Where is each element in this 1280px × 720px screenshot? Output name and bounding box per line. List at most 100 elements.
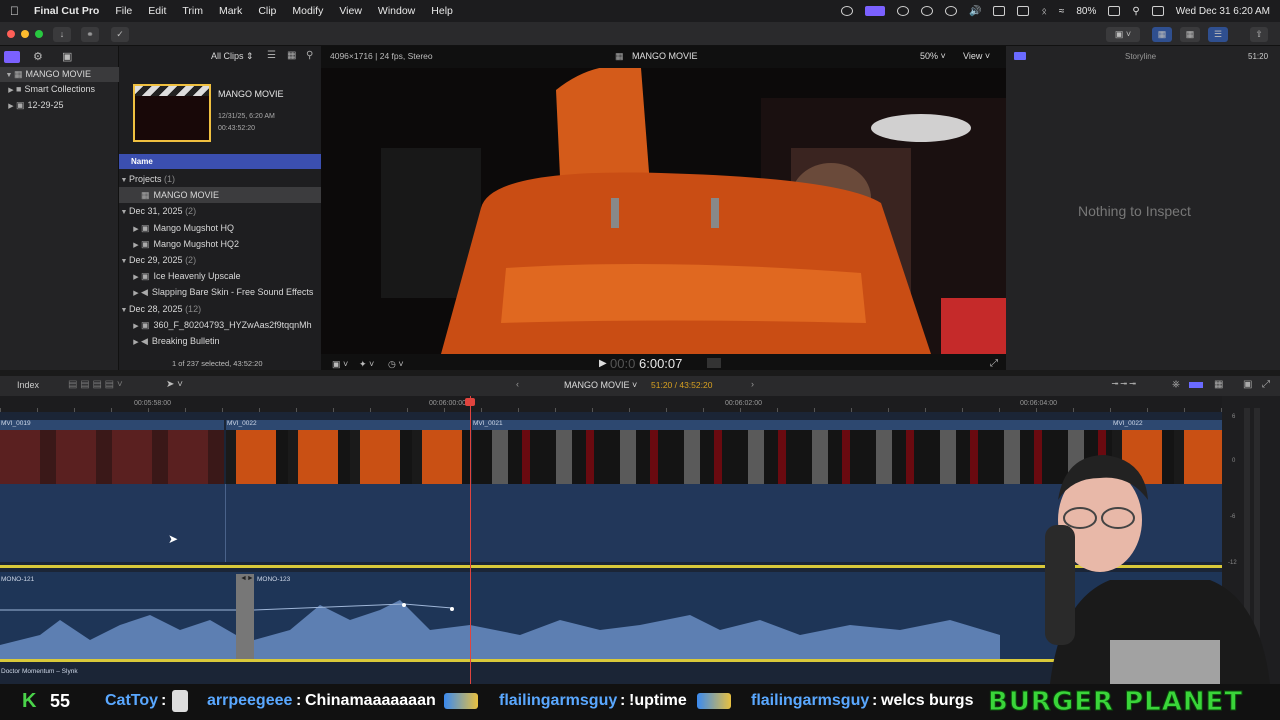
- photos-tab-icon[interactable]: ⚙: [33, 50, 43, 63]
- inspector-toggle-small-icon[interactable]: ▣: [1243, 379, 1252, 390]
- menu-file[interactable]: File: [115, 5, 132, 17]
- disclosure-down-icon[interactable]: ▼: [119, 303, 129, 317]
- list-item[interactable]: ▶ ◀ Slapping Bare Skin - Free Sound Effect…: [119, 284, 321, 300]
- forward-arrow-icon[interactable]: ›: [751, 379, 754, 389]
- disclosure-down-icon[interactable]: ▼: [119, 254, 129, 268]
- inspector-toggle-icon[interactable]: ☰: [1208, 27, 1228, 42]
- sidebar-item-smart-collections[interactable]: ▶ ■ Smart Collections: [0, 82, 119, 97]
- display-icon[interactable]: [993, 6, 1006, 16]
- background-tasks-icon[interactable]: ✓: [111, 27, 129, 42]
- keywords-icon[interactable]: ⚭: [81, 27, 99, 42]
- group-row[interactable]: ▼ Projects (1): [119, 171, 321, 187]
- volume-icon[interactable]: 🔊: [969, 6, 981, 17]
- music-clip-label[interactable]: Doctor Momentum – Slynk: [1, 668, 78, 675]
- share-icon[interactable]: ⇧: [1250, 27, 1268, 42]
- group-row[interactable]: ▼ Dec 28, 2025 (12): [119, 301, 321, 317]
- video-clip[interactable]: MVI_0022: [1112, 420, 1222, 430]
- libraries-tab-icon[interactable]: [4, 51, 20, 63]
- timeline-project-name[interactable]: MANGO MOVIE ˅: [564, 380, 637, 390]
- control-center-icon[interactable]: [1151, 6, 1164, 16]
- clock[interactable]: Wed Dec 31 6:20 AM: [1176, 6, 1270, 17]
- disclosure-right-icon[interactable]: ▶: [131, 270, 141, 284]
- monitor-icon[interactable]: [1017, 6, 1030, 16]
- video-clip[interactable]: MVI_0022: [226, 420, 471, 430]
- record-icon[interactable]: [920, 6, 933, 16]
- list-item[interactable]: ▶ ▣ Mango Mugshot HQ: [119, 220, 321, 236]
- project-thumbnail[interactable]: [133, 84, 211, 142]
- workspace-icon[interactable]: ▣ ˅: [1106, 27, 1140, 42]
- group-row[interactable]: ▼ Dec 31, 2025 (2): [119, 203, 321, 219]
- enhance-tool-icon[interactable]: ✦ ˅: [359, 359, 374, 370]
- timeline-settings-icon[interactable]: ▦: [1214, 379, 1223, 390]
- browser-toggle-icon[interactable]: ▦: [1152, 27, 1172, 42]
- menu-view[interactable]: View: [339, 5, 362, 17]
- list-item[interactable]: ▶ ▣ Mango Mugshot HQ2: [119, 236, 321, 252]
- zoom-window-button[interactable]: [35, 30, 43, 38]
- menu-edit[interactable]: Edit: [148, 5, 166, 17]
- timeline-toggle-icon[interactable]: ▦: [1180, 27, 1200, 42]
- clip-filter-dropdown[interactable]: All Clips ⇕: [211, 51, 254, 62]
- menu-help[interactable]: Help: [431, 5, 453, 17]
- list-item[interactable]: ▶ ◀ Breaking Bulletin: [119, 333, 321, 349]
- app-menu[interactable]: Final Cut Pro: [34, 5, 99, 17]
- status-icon[interactable]: [840, 6, 853, 16]
- library-item[interactable]: ▼ ▦ MANGO MOVIE: [0, 67, 119, 82]
- battery-icon[interactable]: [1108, 6, 1121, 16]
- video-frame[interactable]: [321, 68, 1006, 354]
- menu-clip[interactable]: Clip: [258, 5, 276, 17]
- disclosure-down-icon[interactable]: ▼: [119, 205, 129, 219]
- disclosure-right-icon[interactable]: ▶: [131, 222, 141, 236]
- snapping-toggle[interactable]: [1189, 382, 1203, 388]
- storyline-icon[interactable]: [1014, 52, 1026, 60]
- edit-buttons-icon[interactable]: ▤ ▤ ▤ ▤ ˅: [68, 379, 123, 390]
- video-clip[interactable]: MVI_0019: [0, 420, 224, 430]
- zoom-dropdown[interactable]: 50% ˅: [920, 51, 946, 61]
- menu-trim[interactable]: Trim: [182, 5, 203, 17]
- audio-clip-label[interactable]: MONO-123: [257, 576, 290, 583]
- close-window-button[interactable]: [7, 30, 15, 38]
- sidebar-item-event[interactable]: ▶ ▣ 12-29-25: [0, 98, 119, 113]
- menu-window[interactable]: Window: [378, 5, 415, 17]
- index-button[interactable]: Index: [17, 380, 39, 390]
- video-clip[interactable]: MVI_0021: [472, 420, 1112, 430]
- screen-capture-icon[interactable]: [864, 6, 885, 16]
- disclosure-right-icon[interactable]: ▶: [131, 238, 141, 252]
- bluetooth-icon[interactable]: ᛟ: [1041, 6, 1046, 16]
- clip-appearance-icon[interactable]: ╼ ╼ ╼: [1112, 379, 1136, 390]
- list-item[interactable]: ▶ ▣ 360_F_80204793_HYZwAas2f9tqqnMh: [119, 317, 321, 333]
- disclosure-right-icon[interactable]: ▶: [131, 335, 141, 349]
- minimize-window-button[interactable]: [21, 30, 29, 38]
- apple-menu-icon[interactable]: : [10, 4, 24, 18]
- titles-tab-icon[interactable]: ▣: [62, 50, 72, 63]
- play-icon[interactable]: [944, 6, 957, 16]
- timeline-ruler[interactable]: 00:05:58:00 00:06:00:00 00:06:02:00 00:0…: [0, 396, 1222, 412]
- back-arrow-icon[interactable]: ‹: [516, 379, 519, 389]
- disclosure-right-icon[interactable]: ▶: [6, 99, 16, 114]
- menu-mark[interactable]: Mark: [219, 5, 242, 17]
- list-view-icon[interactable]: ☰: [267, 50, 276, 61]
- list-item[interactable]: ▦ MANGO MOVIE: [119, 187, 321, 203]
- wifi-icon[interactable]: ≈: [1059, 6, 1065, 17]
- view-dropdown[interactable]: View ˅: [963, 51, 990, 61]
- disclosure-right-icon[interactable]: ▶: [6, 83, 16, 98]
- disclosure-right-icon[interactable]: ▶: [131, 319, 141, 333]
- fullscreen-timeline-icon[interactable]: ⤢: [1262, 379, 1270, 390]
- browser-settings-icon[interactable]: ▦: [287, 50, 296, 61]
- disclosure-down-icon[interactable]: ▼: [119, 173, 129, 187]
- audio-clip-label[interactable]: MONO-121: [1, 576, 34, 583]
- disclosure-right-icon[interactable]: ▶: [131, 286, 141, 300]
- import-icon[interactable]: ↓: [53, 27, 71, 42]
- grid-icon[interactable]: [896, 6, 909, 16]
- select-tool-icon[interactable]: ➤ ˅: [166, 379, 183, 390]
- group-row[interactable]: ▼ Dec 29, 2025 (2): [119, 252, 321, 268]
- play-button[interactable]: ▶: [599, 358, 607, 369]
- search-icon[interactable]: ⚲: [306, 50, 313, 61]
- search-icon[interactable]: ⚲: [1132, 6, 1139, 17]
- playhead[interactable]: [470, 396, 471, 684]
- menu-modify[interactable]: Modify: [292, 5, 323, 17]
- timecode[interactable]: 6:00:07: [639, 356, 682, 371]
- transform-tool-icon[interactable]: ▣ ˅: [332, 359, 348, 370]
- disclosure-down-icon[interactable]: ▼: [4, 68, 14, 83]
- fullscreen-icon[interactable]: ⤢: [990, 358, 998, 369]
- speed-tool-icon[interactable]: ◷ ˅: [388, 359, 404, 370]
